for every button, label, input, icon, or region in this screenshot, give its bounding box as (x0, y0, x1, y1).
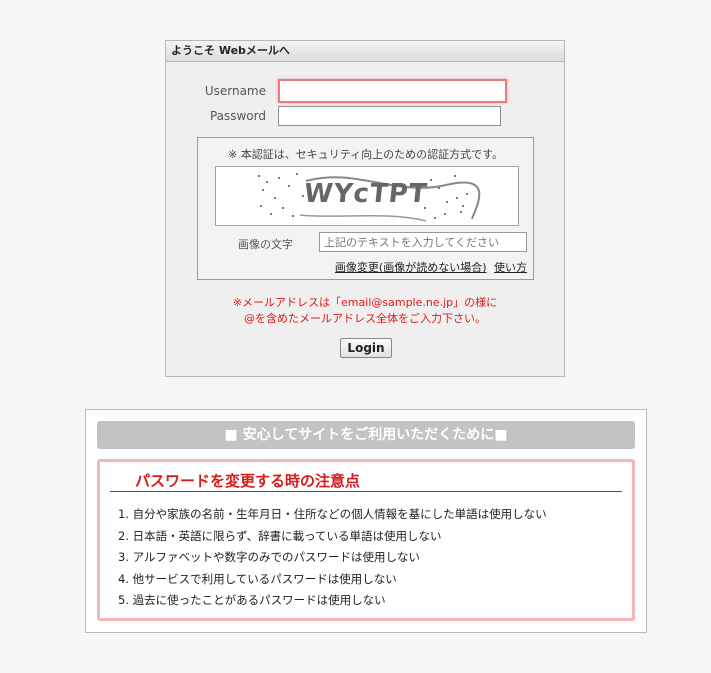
help-link[interactable]: 使い方 (494, 261, 527, 274)
captcha-text: WYcTPT (302, 179, 430, 209)
safety-info-panel: ■ 安心してサイトをご利用いただくために■ パスワードを変更する時の注意点 1.… (85, 409, 647, 633)
list-item: 3. アルファベットや数字のみでのパスワードは使用しない (118, 550, 421, 564)
password-notice-panel: パスワードを変更する時の注意点 1. 自分や家族の名前・生年月日・住所などの個人… (97, 459, 635, 621)
password-rules-list: 1. 自分や家族の名前・生年月日・住所などの個人情報を基にした単語は使用しない … (118, 504, 547, 612)
captcha-links: 画像変更(画像が読めない場合) 使い方 (335, 259, 527, 275)
warning-line-2: @を含めたメールアドレス全体をご入力下さい。 (244, 312, 486, 325)
captcha-input-label: 画像の文字 (238, 238, 293, 251)
login-button[interactable]: Login (340, 338, 392, 358)
username-input[interactable] (278, 79, 507, 103)
list-item: 5. 過去に使ったことがあるパスワードは使用しない (118, 593, 386, 607)
captcha-panel: ※ 本認証は、セキュリティ向上のための認証方式です。 WYcTPT 画像の文字 (197, 137, 534, 280)
notice-heading: パスワードを変更する時の注意点 (110, 470, 622, 492)
email-format-warning: ※メールアドレスは「email@sample.ne.jp」の様に @を含めたメー… (166, 295, 564, 327)
captcha-image: WYcTPT (215, 166, 519, 226)
warning-line-1: ※メールアドレスは「email@sample.ne.jp」の様に (232, 296, 498, 309)
password-input[interactable] (278, 106, 501, 126)
list-item: 2. 日本語・英語に限らず、辞書に載っている単語は使用しない (118, 528, 442, 543)
username-label: Username (204, 84, 266, 98)
password-label: Password (209, 109, 266, 123)
login-header: ようこそ Webメールへ (166, 41, 564, 62)
safety-title: ■ 安心してサイトをご利用いただくために■ (97, 421, 635, 449)
captcha-note: ※ 本認証は、セキュリティ向上のための認証方式です。 (228, 148, 503, 161)
list-item: 4. 他サービスで利用しているパスワードは使用しない (118, 571, 397, 586)
change-image-link[interactable]: 画像変更(画像が読めない場合) (335, 261, 487, 274)
captcha-input[interactable] (319, 232, 527, 252)
list-item: 1. 自分や家族の名前・生年月日・住所などの個人情報を基にした単語は使用しない (118, 507, 547, 521)
login-panel: ようこそ Webメールへ Username Password ※ 本認証は、セキ… (165, 40, 565, 377)
